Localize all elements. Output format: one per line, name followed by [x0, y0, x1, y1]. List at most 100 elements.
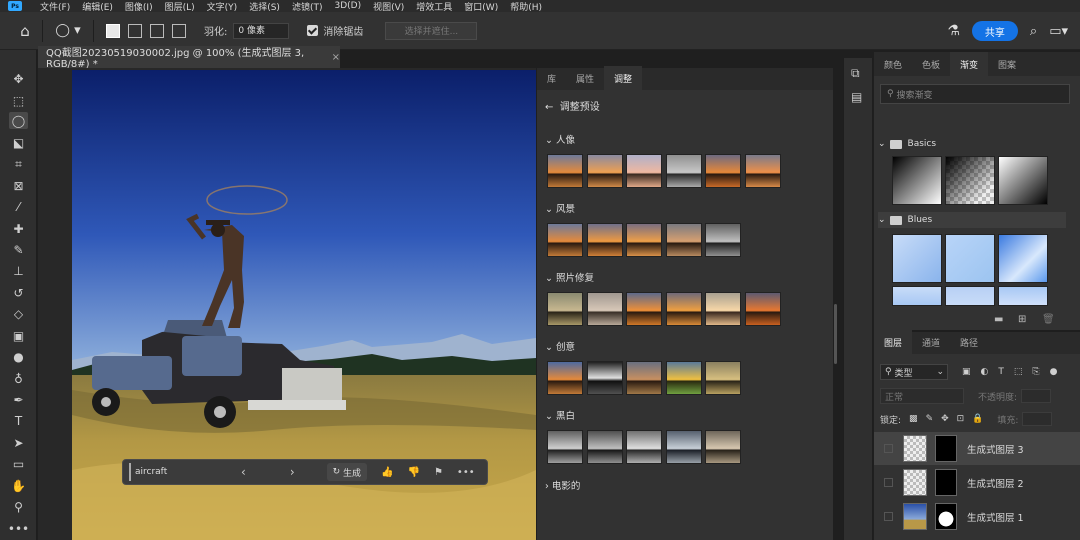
- select-and-mask-button[interactable]: 选择并遮住...: [385, 21, 478, 40]
- tab-color[interactable]: 颜色: [874, 58, 912, 76]
- dodge-tool-icon[interactable]: ♁: [9, 370, 28, 387]
- preset-thumbnail[interactable]: [586, 361, 623, 395]
- stamp-tool-icon[interactable]: ⊥: [9, 262, 28, 279]
- preset-thumbnail[interactable]: [744, 292, 781, 326]
- path-select-tool-icon[interactable]: ➤: [9, 434, 28, 451]
- search-icon[interactable]: ⌕: [1030, 24, 1037, 39]
- frame-tool-icon[interactable]: ⊠: [9, 177, 28, 194]
- visibility-toggle[interactable]: [884, 444, 893, 453]
- type-filter-icon[interactable]: T: [998, 367, 1004, 377]
- tab-libraries[interactable]: 库: [537, 72, 566, 90]
- add-selection-icon[interactable]: [128, 23, 142, 38]
- brush-tool-icon[interactable]: ✎: [9, 241, 28, 258]
- tab-adjustments[interactable]: 调整: [604, 66, 643, 90]
- tab-gradients[interactable]: 渐变: [950, 52, 989, 76]
- panel-scrollbar[interactable]: [834, 304, 837, 364]
- history-panel-icon[interactable]: ⧉: [851, 66, 860, 81]
- preset-thumbnail[interactable]: [547, 223, 583, 257]
- delete-icon[interactable]: 🗑: [1042, 314, 1055, 325]
- lock-transparent-icon[interactable]: ▩: [909, 414, 918, 424]
- opacity-input[interactable]: [1021, 389, 1052, 403]
- marquee-tool-icon[interactable]: ⬚: [9, 92, 28, 109]
- preset-thumbnail[interactable]: [705, 292, 741, 326]
- lock-all-icon[interactable]: 🔒: [972, 414, 983, 424]
- menu-window[interactable]: 窗口(W): [464, 0, 498, 13]
- preset-thumbnail[interactable]: [586, 430, 623, 464]
- preset-thumbnail[interactable]: [626, 430, 662, 464]
- pixel-filter-icon[interactable]: ▣: [962, 367, 971, 377]
- gradient-search-input[interactable]: ⚲ 搜索渐变: [880, 84, 1070, 104]
- subtract-selection-icon[interactable]: [150, 23, 164, 38]
- type-tool-icon[interactable]: T: [9, 412, 28, 429]
- blur-tool-icon[interactable]: ●: [9, 348, 28, 365]
- blend-mode-select[interactable]: 正常: [880, 388, 964, 404]
- preset-thumbnail[interactable]: [586, 292, 623, 326]
- new-selection-icon[interactable]: [106, 23, 120, 38]
- category-black-white[interactable]: ⌄ 黑白: [545, 408, 575, 422]
- category-creative[interactable]: ⌄ 创意: [545, 339, 575, 353]
- preset-thumbnail[interactable]: [547, 361, 583, 395]
- menu-help[interactable]: 帮助(H): [510, 0, 542, 13]
- smart-object-filter-icon[interactable]: ⎘: [1032, 367, 1039, 377]
- gradient-folder-blues[interactable]: ⌄ Blues: [878, 212, 1066, 228]
- lock-artboard-icon[interactable]: ⊡: [957, 414, 965, 424]
- rectangle-tool-icon[interactable]: ▭: [9, 455, 28, 472]
- menu-edit[interactable]: 编辑(E): [82, 0, 113, 13]
- preset-thumbnail[interactable]: [626, 361, 662, 395]
- gradient-swatch[interactable]: [945, 234, 995, 283]
- previous-variation-icon[interactable]: ‹: [241, 465, 246, 479]
- preset-thumbnail[interactable]: [744, 154, 781, 188]
- flag-icon[interactable]: ⚑: [434, 467, 443, 478]
- preset-thumbnail[interactable]: [547, 154, 583, 188]
- adjustment-presets-header[interactable]: ← 调整预设: [545, 98, 600, 113]
- tab-properties[interactable]: 属性: [566, 72, 604, 90]
- gradient-swatch[interactable]: [998, 286, 1048, 306]
- tab-layers[interactable]: 图层: [874, 330, 913, 354]
- layer-mask-thumbnail[interactable]: [935, 435, 957, 462]
- history-brush-tool-icon[interactable]: ↺: [9, 284, 28, 301]
- menu-select[interactable]: 选择(S): [249, 0, 280, 13]
- gradient-tool-icon[interactable]: ▣: [9, 327, 28, 344]
- menu-type[interactable]: 文字(Y): [207, 0, 238, 13]
- thumbs-up-icon[interactable]: 👍: [381, 467, 393, 478]
- menu-layer[interactable]: 图层(L): [165, 0, 195, 13]
- next-variation-icon[interactable]: ›: [290, 465, 295, 479]
- eraser-tool-icon[interactable]: ◇: [9, 305, 28, 322]
- flask-icon[interactable]: ⚗: [947, 23, 960, 39]
- fill-input[interactable]: [1022, 412, 1053, 426]
- tab-channels[interactable]: 通道: [912, 336, 950, 354]
- generate-prompt-input[interactable]: aircraft: [129, 463, 219, 481]
- comments-panel-icon[interactable]: ▤: [851, 90, 862, 104]
- close-document-icon[interactable]: ×: [332, 52, 340, 63]
- thumbs-down-icon[interactable]: 👎: [408, 467, 420, 478]
- workspace-icon[interactable]: ▭▾: [1049, 24, 1068, 39]
- healing-brush-tool-icon[interactable]: ✚: [9, 220, 28, 237]
- hand-tool-icon[interactable]: ✋: [9, 477, 28, 494]
- document-tab[interactable]: QQ截图20230519030002.jpg @ 100% (生成式图层 3, …: [38, 46, 340, 70]
- layer-row[interactable]: 生成式图层 2: [874, 466, 1080, 499]
- generate-button[interactable]: ↻ 生成: [326, 463, 368, 481]
- gradient-swatch[interactable]: [945, 286, 995, 306]
- category-portrait[interactable]: ⌄ 人像: [545, 132, 575, 146]
- adjustment-filter-icon[interactable]: ◐: [981, 367, 989, 377]
- menu-image[interactable]: 图像(I): [125, 0, 153, 13]
- filter-toggle-icon[interactable]: ●: [1050, 367, 1058, 377]
- antialias-checkbox[interactable]: [307, 25, 319, 36]
- gradient-swatch[interactable]: [892, 156, 942, 205]
- home-icon[interactable]: ⌂: [16, 22, 34, 40]
- preset-thumbnail[interactable]: [705, 223, 741, 257]
- preset-thumbnail[interactable]: [586, 223, 623, 257]
- menu-3d[interactable]: 3D(D): [334, 1, 361, 11]
- zoom-tool-icon[interactable]: ⚲: [9, 498, 28, 515]
- category-cinematic[interactable]: › 电影的: [545, 478, 580, 492]
- layer-row[interactable]: 生成式图层 1: [874, 500, 1080, 533]
- lasso-preset-icon[interactable]: ◯ ▾: [51, 20, 85, 42]
- visibility-toggle[interactable]: [884, 478, 893, 487]
- preset-thumbnail[interactable]: [665, 430, 702, 464]
- visibility-toggle[interactable]: [884, 512, 893, 521]
- lock-position-icon[interactable]: ✥: [941, 414, 949, 424]
- new-gradient-icon[interactable]: ⊞: [1018, 314, 1026, 325]
- menu-file[interactable]: 文件(F): [40, 0, 70, 13]
- gradient-swatch[interactable]: [892, 286, 942, 306]
- crop-tool-icon[interactable]: ⌗: [9, 156, 28, 173]
